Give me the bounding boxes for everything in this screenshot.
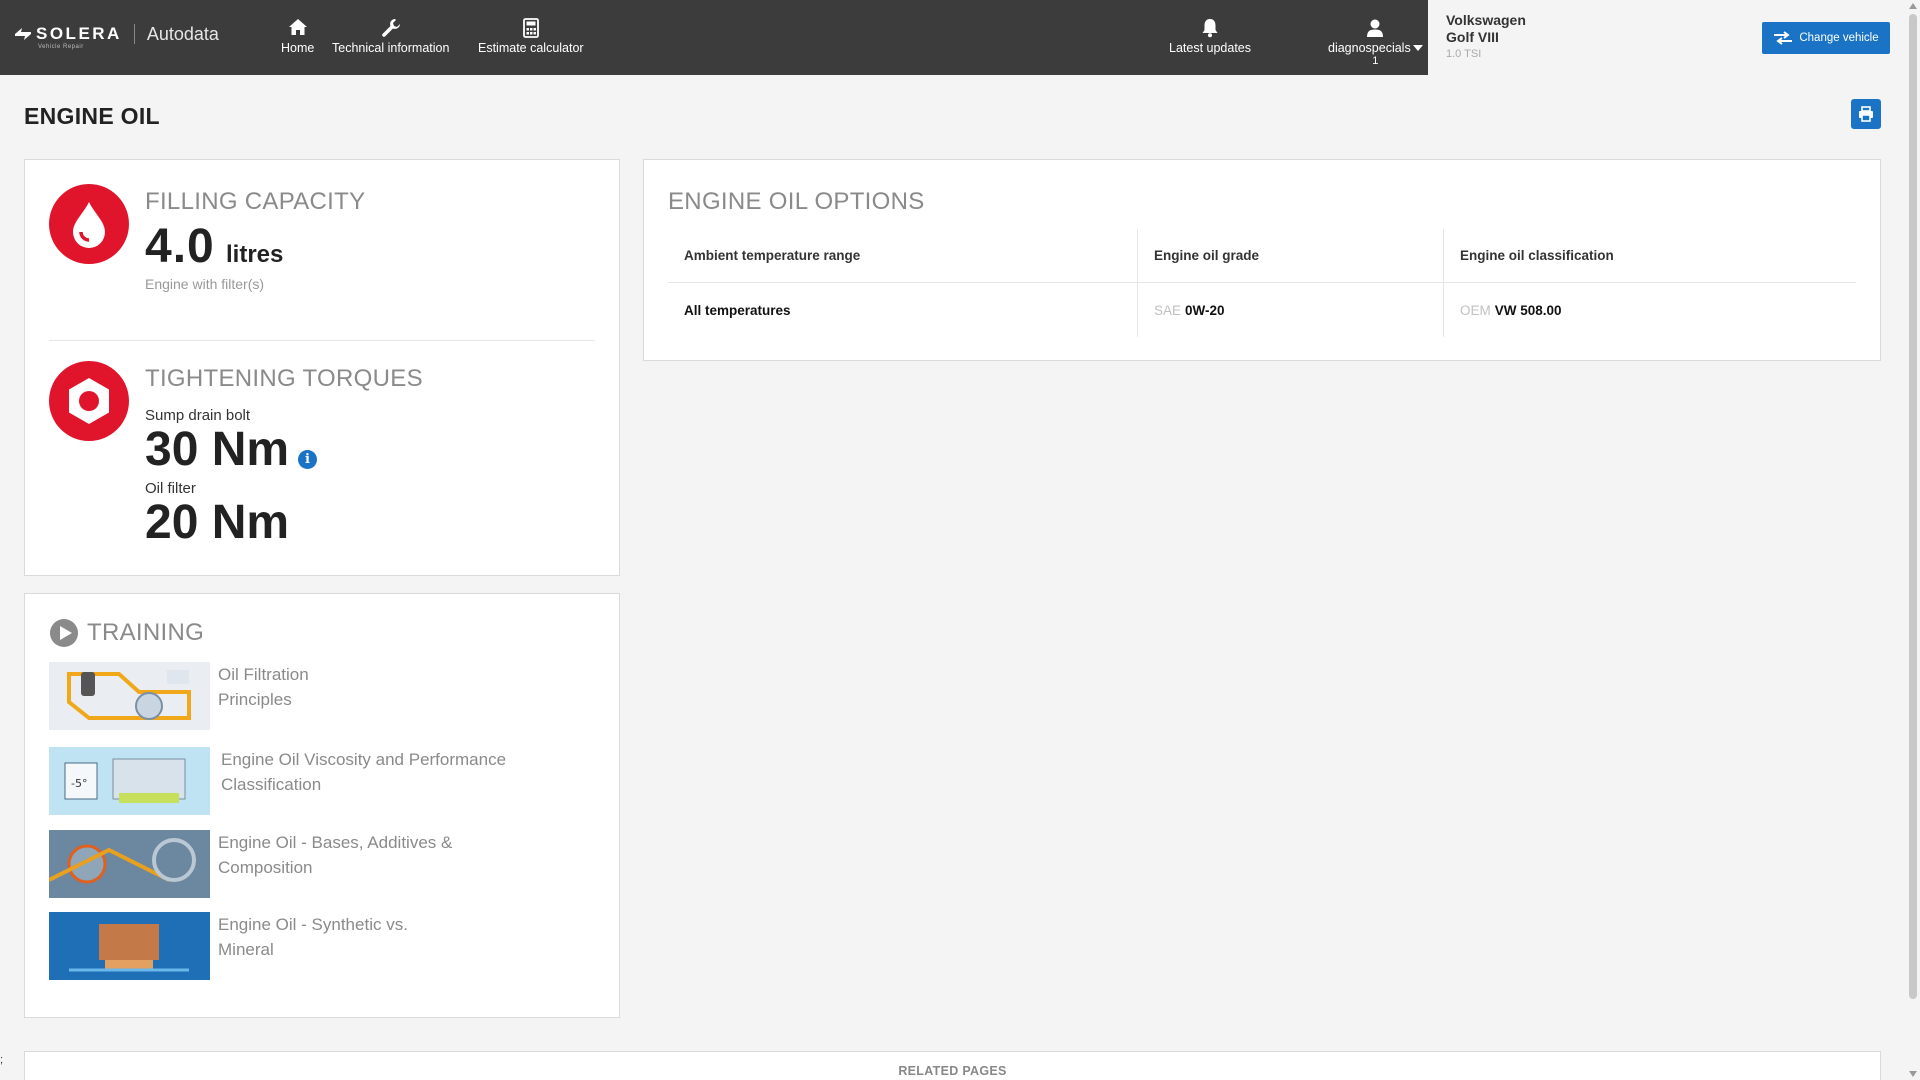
training-header: TRAINING (49, 618, 204, 648)
wrench-icon (332, 18, 449, 40)
user-count: 1 (1372, 55, 1379, 67)
training-title: TRAINING (87, 619, 205, 646)
hex-nut-icon (49, 361, 129, 441)
table-row: All temperatures SAE 0W-20 OEM VW 508.00 (668, 283, 1856, 337)
training-item-title: Engine Oil Viscosity and Performance Clas… (221, 750, 507, 794)
home-icon (281, 18, 314, 40)
nav-technical-label: Technical information (332, 41, 450, 55)
solera-wordmark: SOLERA (36, 24, 122, 43)
training-item-synthetic-mineral[interactable]: Engine Oil - Synthetic vs. Mineral (49, 912, 408, 980)
page-title: ENGINE OIL (24, 103, 160, 129)
training-thumbnail (49, 912, 210, 980)
scroll-down-arrow-icon[interactable] (1909, 1071, 1917, 1077)
bell-icon (1169, 18, 1251, 40)
cell-oil-grade: SAE 0W-20 (1138, 283, 1444, 337)
top-navigation-bar: SOLERA Vehicle Repair Autodata Home Tech… (0, 0, 1428, 75)
torque-value-oil-filter: 20 Nm (145, 496, 290, 549)
nav-home[interactable]: Home (281, 18, 314, 55)
vehicle-panel: Volkswagen Golf VIII 1.0 TSI Change vehi… (1428, 0, 1920, 75)
related-pages-panel[interactable]: RELATED PAGES (24, 1051, 1881, 1080)
grade-prefix: SAE (1154, 302, 1182, 318)
capacity-torque-card: FILLING CAPACITY 4.0 litres Engine with … (24, 159, 620, 576)
cell-temperature: All temperatures (668, 283, 1138, 337)
scroll-up-arrow-icon[interactable] (1909, 3, 1917, 9)
autodata-wordmark: Autodata (146, 23, 219, 44)
svg-text:-5°: -5° (71, 777, 87, 790)
vehicle-info: Volkswagen Golf VIII 1.0 TSI (1446, 12, 1526, 63)
logo-separator (133, 24, 135, 44)
printer-icon (1859, 106, 1873, 122)
info-icon[interactable]: i (298, 450, 317, 469)
training-item-title: Engine Oil - Bases, Additives & Compositi… (218, 833, 453, 877)
classification-prefix: OEM (1460, 302, 1491, 318)
training-item-title: Oil Filtration Principles (218, 665, 309, 709)
vehicle-make: Volkswagen (1446, 12, 1526, 28)
training-thumbnail (49, 662, 210, 730)
edge-mark: ; (0, 1054, 4, 1066)
training-item-viscosity[interactable]: -5° Engine Oil Viscosity and Performance… (49, 747, 506, 815)
user-icon (1328, 18, 1423, 40)
related-pages-label: RELATED PAGES (898, 1064, 1007, 1078)
logo-subtitle: Vehicle Repair (38, 44, 84, 50)
oil-drop-icon (49, 184, 129, 264)
change-vehicle-label: Change vehicle (1799, 32, 1879, 44)
filling-capacity-unit: litres (226, 241, 284, 268)
user-menu[interactable]: diagnospecials 1 (1328, 18, 1423, 67)
nav-latest-updates[interactable]: Latest updates (1169, 18, 1251, 55)
scrollbar-thumb[interactable] (1909, 14, 1917, 999)
nav-home-label: Home (281, 41, 315, 55)
header-ambient-temperature: Ambient temperature range (668, 229, 1138, 282)
training-card: TRAINING Oil Filtration Principles -5° En… (24, 593, 620, 1018)
header-engine-oil-classification: Engine oil classification (1460, 248, 1614, 263)
chevron-down-icon (1412, 45, 1423, 51)
solera-logo: SOLERA (14, 24, 122, 44)
grade-value: 0W-20 (1185, 302, 1225, 318)
swap-arrows-icon (1774, 31, 1793, 45)
torque-value-sump-drain-bolt: 30 Nm (145, 423, 290, 476)
vehicle-model: Golf VIII (1446, 29, 1499, 45)
header-engine-oil-grade: Engine oil grade (1138, 229, 1444, 282)
solera-autodata-logo[interactable]: SOLERA Vehicle Repair Autodata (14, 22, 219, 50)
training-item-oil-filtration[interactable]: Oil Filtration Principles (49, 662, 309, 730)
classification-value: VW 508.00 (1494, 302, 1562, 318)
nav-technical-information[interactable]: Technical information (332, 18, 449, 55)
change-vehicle-button[interactable]: Change vehicle (1762, 22, 1890, 54)
nav-updates-label: Latest updates (1169, 41, 1252, 55)
engine-oil-options-table: Ambient temperature range Engine oil gra… (668, 229, 1856, 337)
cell-oil-classification: OEM VW 508.00 (1444, 283, 1856, 337)
training-thumbnail: -5° (49, 747, 210, 815)
training-item-bases-additives[interactable]: Engine Oil - Bases, Additives & Compositi… (49, 830, 452, 898)
page-scrollbar[interactable] (1906, 0, 1920, 1080)
nav-estimate-calculator[interactable]: Estimate calculator (478, 18, 584, 55)
tightening-torques-title: TIGHTENING TORQUES (145, 365, 423, 392)
calculator-icon (478, 18, 584, 40)
solera-mark-icon (15, 28, 31, 40)
training-thumbnail (49, 830, 210, 898)
play-circle-icon (50, 619, 78, 647)
filling-capacity-title: FILLING CAPACITY (145, 188, 366, 215)
training-item-title: Engine Oil - Synthetic vs. Mineral (218, 915, 408, 959)
engine-oil-options-title: ENGINE OIL OPTIONS (668, 188, 925, 215)
vehicle-engine: 1.0 TSI (1446, 48, 1482, 60)
nav-estimate-label: Estimate calculator (478, 41, 584, 55)
section-divider (49, 340, 595, 341)
user-name: diagnospecials (1328, 41, 1411, 55)
print-button[interactable] (1851, 99, 1881, 129)
engine-oil-options-card: ENGINE OIL OPTIONS Ambient temperature r… (643, 159, 1881, 361)
table-header-row: Ambient temperature range Engine oil gra… (668, 229, 1856, 283)
filling-capacity-note: Engine with filter(s) (145, 276, 265, 292)
filling-capacity-value: 4.0 (145, 220, 215, 273)
